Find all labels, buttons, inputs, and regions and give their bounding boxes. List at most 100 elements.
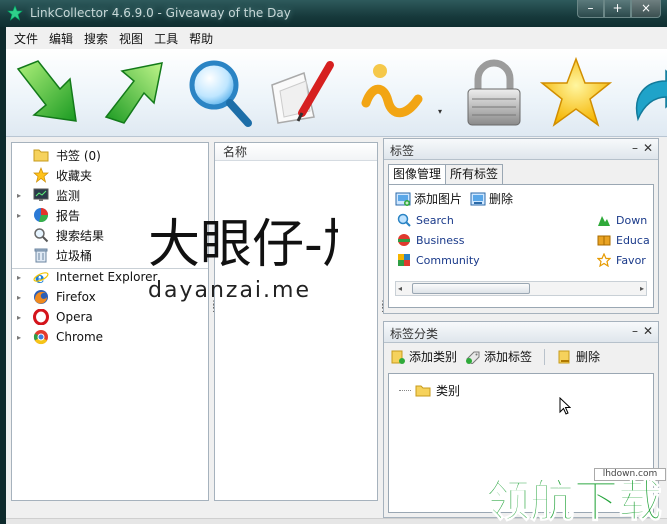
watermark-logo-text: 领航下载 (486, 476, 662, 524)
go-up-button[interactable] (100, 55, 172, 131)
tree-item-label: Firefox (56, 290, 96, 304)
edit-note-button[interactable] (268, 55, 340, 131)
expand-arrow[interactable]: ▸ (17, 191, 21, 200)
tag-education[interactable]: Educa (597, 233, 650, 247)
tags-actions: 添加图片 删除 (395, 190, 513, 207)
tree-item-label: 垃圾桶 (56, 248, 93, 263)
tag-business[interactable]: Business (397, 233, 465, 247)
category-actions: 添加类别 添加标签 删除 (390, 348, 600, 365)
expand-arrow[interactable]: ▸ (17, 273, 21, 282)
panel-minimize-button[interactable]: – (632, 324, 638, 338)
tab-all-tags[interactable]: 所有标签 (445, 164, 504, 184)
delete-category-label: 删除 (576, 350, 601, 364)
tags-horizontal-scrollbar[interactable]: ◂ ▸ (395, 281, 647, 296)
minimize-button[interactable]: – (577, 0, 604, 18)
tree-item-label: 收藏夹 (56, 168, 93, 183)
add-image-icon (395, 192, 411, 206)
scroll-thumb[interactable] (412, 283, 530, 294)
tags-dropdown-arrow[interactable]: ▾ (438, 107, 442, 116)
panel-area: 书签 (0) 收藏夹 ▸ 监测 ▸ 报告 搜索结果 垃圾桶 ▸ e Intern… (6, 138, 667, 518)
scroll-right-arrow[interactable]: ▸ (640, 282, 644, 295)
tag-favorites[interactable]: Favor (597, 253, 646, 267)
tab-image-management[interactable]: 图像管理 (388, 164, 447, 185)
tree-item-label: 监测 (56, 188, 81, 203)
mouse-cursor-icon (559, 397, 571, 415)
delete-image-button[interactable]: 删除 (470, 190, 513, 207)
menu-search[interactable]: 搜索 (80, 30, 112, 47)
tags-panel-header: 标签 – ✕ (384, 139, 658, 160)
add-tag-icon (466, 351, 480, 364)
menu-view[interactable]: 视图 (115, 30, 147, 47)
navigation-tree: 书签 (0) 收藏夹 ▸ 监测 ▸ 报告 搜索结果 垃圾桶 ▸ e Intern… (11, 142, 209, 501)
maximize-button[interactable]: + (604, 0, 631, 18)
tag-search[interactable]: Search (397, 213, 454, 227)
toolbar-separator (544, 348, 546, 365)
delete-category-button[interactable]: 删除 (557, 348, 600, 365)
expand-arrow[interactable]: ▸ (17, 211, 21, 220)
tree-item-reports[interactable]: ▸ 报告 (12, 205, 208, 225)
menu-edit[interactable]: 编辑 (45, 30, 77, 47)
panel-close-button[interactable]: ✕ (643, 141, 653, 155)
menu-help[interactable]: 帮助 (185, 30, 217, 47)
export-arrow-icon (635, 69, 667, 122)
menu-tools[interactable]: 工具 (150, 30, 182, 47)
tree-item-chrome[interactable]: ▸ Chrome (12, 327, 208, 347)
menu-bar: 文件 编辑 搜索 视图 工具 帮助 (6, 27, 667, 49)
expand-arrow[interactable]: ▸ (17, 333, 21, 342)
tree-item-internet-explorer[interactable]: ▸ e Internet Explorer (12, 267, 208, 287)
tag-label: Educa (616, 233, 650, 247)
add-image-label: 添加图片 (414, 192, 463, 206)
panel-minimize-button[interactable]: – (632, 141, 638, 155)
tag-community[interactable]: Community (397, 253, 480, 267)
favorite-button[interactable] (539, 55, 613, 131)
watermark-lhdown-logo: 领航下载 (486, 476, 663, 524)
tree-item-opera[interactable]: ▸ Opera (12, 307, 208, 327)
tags-button[interactable] (358, 55, 430, 131)
title-bar: LinkCollector 4.6.9.0 - Giveaway of the … (0, 0, 667, 27)
tree-item-bookmarks[interactable]: 书签 (0) (12, 145, 208, 165)
tags-icon (361, 64, 423, 118)
tree-item-firefox[interactable]: ▸ Firefox (12, 287, 208, 307)
bookmark-list: 名称 (214, 142, 378, 501)
menu-file[interactable]: 文件 (10, 30, 42, 47)
add-category-label: 添加类别 (409, 350, 458, 364)
window-controls: – + × (577, 0, 661, 18)
add-link-button[interactable] (12, 55, 84, 131)
add-category-icon (391, 350, 405, 364)
tag-search-icon (397, 213, 411, 227)
add-category-button[interactable]: 添加类别 (390, 348, 457, 365)
tags-panel: 标签 – ✕ 图像管理 所有标签 添加图片 删除 Search Business… (383, 138, 659, 314)
close-button[interactable]: × (631, 0, 661, 18)
tag-download[interactable]: Down (597, 213, 647, 227)
tree-item-trash[interactable]: 垃圾桶 (12, 245, 208, 265)
scroll-left-arrow[interactable]: ◂ (398, 282, 402, 295)
ie-icon: e (33, 269, 49, 285)
tag-download-icon (598, 216, 610, 226)
column-header-name[interactable]: 名称 (215, 143, 377, 161)
add-image-button[interactable]: 添加图片 (395, 190, 462, 207)
lock-button[interactable] (458, 55, 530, 131)
add-tag-button[interactable]: 添加标签 (465, 348, 532, 365)
opera-icon (33, 309, 49, 325)
tree-item-favorites[interactable]: 收藏夹 (12, 165, 208, 185)
folder-icon (33, 147, 49, 163)
delete-category-icon (558, 350, 570, 363)
category-panel-title: 标签分类 (390, 327, 439, 341)
star-icon (33, 167, 49, 183)
tree-item-label: 报告 (56, 208, 81, 223)
go-up-icon (104, 62, 163, 124)
app-star-icon (7, 5, 23, 21)
expand-arrow[interactable]: ▸ (17, 313, 21, 322)
left-splitter[interactable]: ⋮ ⋮ (209, 301, 218, 314)
panel-close-button[interactable]: ✕ (643, 324, 653, 338)
tree-item-label: 搜索结果 (56, 228, 105, 243)
tree-item-search-results[interactable]: 搜索结果 (12, 225, 208, 245)
tag-community-icon (398, 254, 410, 266)
tag-label: Community (416, 253, 480, 267)
export-button[interactable] (622, 55, 667, 131)
search-button[interactable] (184, 55, 256, 131)
tree-item-monitor[interactable]: ▸ 监测 (12, 185, 208, 205)
search-icon (33, 227, 49, 243)
expand-arrow[interactable]: ▸ (17, 293, 21, 302)
category-node[interactable]: 类别 (399, 382, 460, 399)
